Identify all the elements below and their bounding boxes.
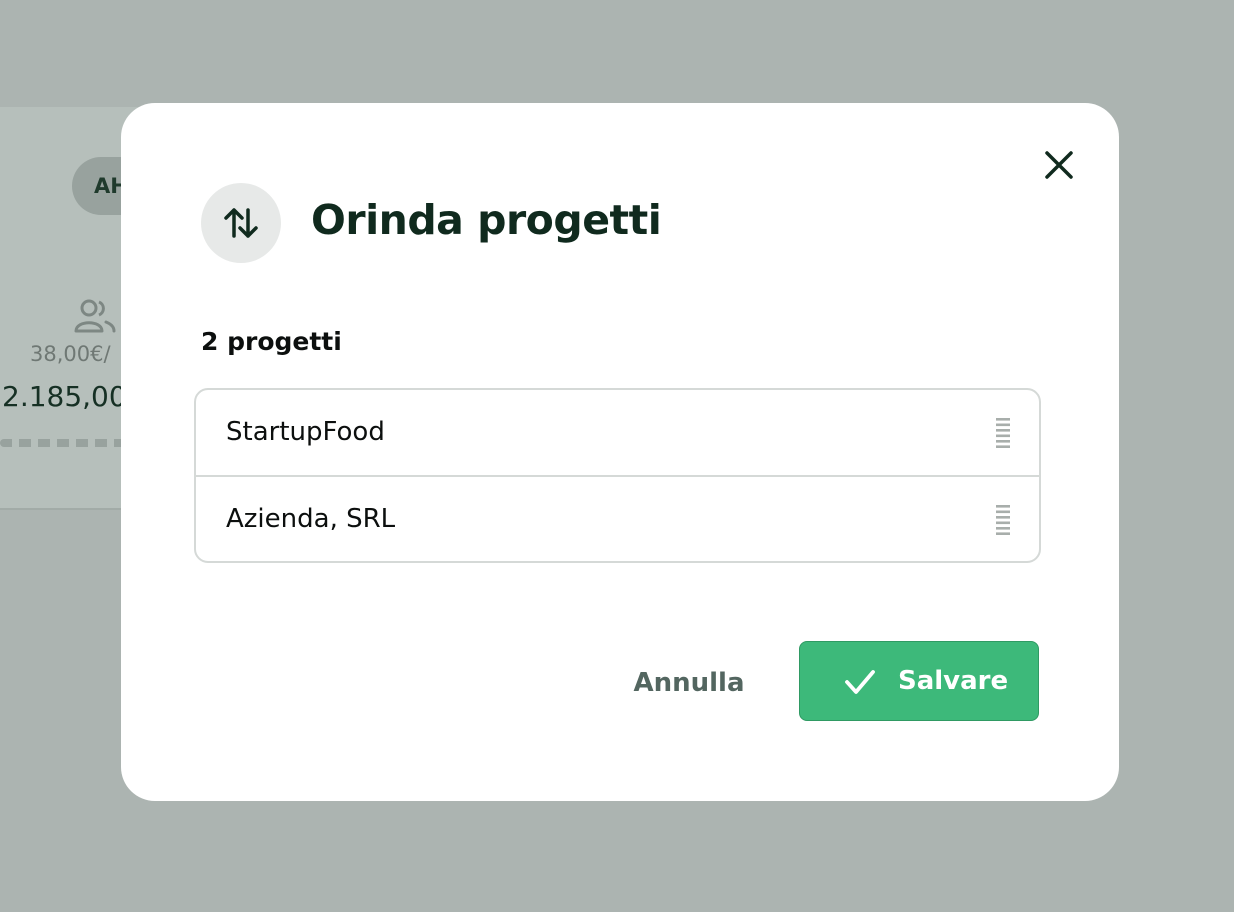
- project-name: StartupFood: [226, 417, 385, 447]
- people-icon: [74, 299, 116, 333]
- check-icon: [845, 670, 875, 694]
- list-item[interactable]: Azienda, SRL: [196, 475, 1039, 561]
- close-icon[interactable]: [1039, 145, 1079, 185]
- project-name: Azienda, SRL: [226, 504, 396, 534]
- background-rate: 38,00€/: [30, 342, 111, 366]
- list-item[interactable]: StartupFood: [196, 390, 1039, 475]
- project-list: StartupFood Azienda, SRL: [194, 388, 1041, 563]
- drag-handle-icon[interactable]: [996, 505, 1010, 535]
- sort-arrows-icon: [224, 208, 258, 238]
- project-count-label: 2 progetti: [201, 327, 342, 356]
- modal-title: Orinda progetti: [311, 196, 662, 244]
- header-icon-circle: [201, 183, 281, 263]
- save-button[interactable]: Salvare: [799, 641, 1039, 721]
- drag-handle-icon[interactable]: [996, 418, 1010, 448]
- cancel-button[interactable]: Annulla: [621, 643, 757, 723]
- background-progress-dashes: [0, 439, 130, 447]
- reorder-projects-modal: Orinda progetti 2 progetti StartupFood A…: [121, 103, 1119, 801]
- save-button-label: Salvare: [898, 666, 1009, 696]
